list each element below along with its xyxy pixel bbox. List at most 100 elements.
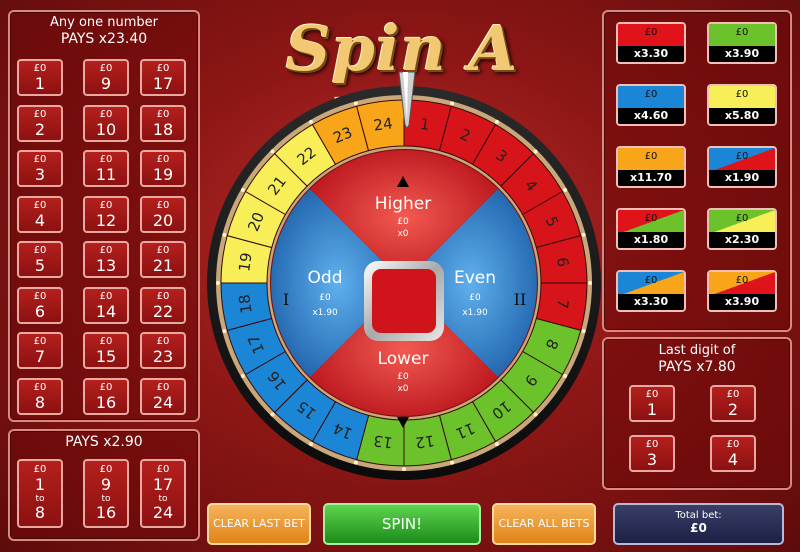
wheel-light xyxy=(309,119,313,124)
range-bet-17-24[interactable]: £0 17 to 24 xyxy=(140,459,186,528)
higher-label: Higher xyxy=(375,194,432,214)
wheel-light xyxy=(270,412,275,417)
wheel-light xyxy=(588,281,592,285)
number-bet-19[interactable]: £0 19 xyxy=(140,150,186,187)
number-bet-7[interactable]: £0 7 xyxy=(17,332,63,369)
wheel-light xyxy=(353,460,358,465)
last-digit-bet-3[interactable]: £0 3 xyxy=(629,435,675,472)
number-bet-2[interactable]: £0 2 xyxy=(17,104,63,142)
number-bet-12[interactable]: £0 12 xyxy=(83,195,129,233)
number-bet-9[interactable]: £0 9 xyxy=(83,59,129,96)
bet-number: 24 xyxy=(152,392,174,412)
last-digit-bet-4[interactable]: £0 4 xyxy=(710,435,756,472)
range-n1: 1 xyxy=(34,475,46,494)
bet-number: 19 xyxy=(152,165,174,184)
number-bet-17[interactable]: £0 17 xyxy=(140,59,186,96)
color-bet-4[interactable]: £0 x5.80 xyxy=(707,84,777,126)
color-bet-3[interactable]: £0 x4.60 xyxy=(616,84,686,126)
range-pays: PAYS x2.90 xyxy=(65,434,143,450)
bet-amount: £0 xyxy=(156,290,170,302)
even-roman: II xyxy=(514,290,527,309)
wheel-light xyxy=(563,188,568,192)
wheel-light xyxy=(240,188,245,192)
number-bet-6[interactable]: £0 6 xyxy=(17,286,63,324)
color-bet-odds: x3.90 xyxy=(709,46,775,62)
bet-amount: £0 xyxy=(99,290,113,302)
color-bet-1[interactable]: £0 x3.30 xyxy=(616,22,686,64)
clear-last-bet-button[interactable]: CLEAR LAST BET xyxy=(207,503,311,545)
color-bet-6[interactable]: £0 x1.90 xyxy=(707,146,777,188)
bet-number: 11 xyxy=(95,165,117,184)
bet-number: 3 xyxy=(646,450,658,469)
range-bet-9-16[interactable]: £0 9 to 16 xyxy=(83,459,129,528)
even-odds: x1.90 xyxy=(462,308,488,318)
color-bet-2[interactable]: £0 x3.90 xyxy=(707,22,777,64)
lower-odds: x0 xyxy=(397,384,408,394)
spin-wheel: 1234567891011121314151617181920212223 24 … xyxy=(207,86,601,480)
number-bet-1[interactable]: £0 1 xyxy=(17,59,63,96)
number-bet-14[interactable]: £0 14 xyxy=(83,286,129,324)
last-digit-bet-2[interactable]: £0 2 xyxy=(710,385,756,422)
color-bet-8[interactable]: £0 x2.30 xyxy=(707,208,777,250)
color-bet-odds: x5.80 xyxy=(709,108,775,124)
color-bet-10[interactable]: £0 x3.90 xyxy=(707,270,777,312)
color-bet-odds: x4.60 xyxy=(618,108,684,124)
lower-label: Lower xyxy=(378,349,429,369)
range-n2: 24 xyxy=(152,503,174,522)
range-n1: 17 xyxy=(152,475,174,494)
number-bet-10[interactable]: £0 10 xyxy=(83,104,129,142)
color-bet-amount: £0 xyxy=(735,151,749,162)
bet-number: 17 xyxy=(152,74,174,93)
number-bet-5[interactable]: £0 5 xyxy=(17,241,63,278)
spin-button[interactable]: SPIN! xyxy=(323,503,481,545)
any-number-header: Any one number xyxy=(49,15,159,30)
bet-number: 8 xyxy=(34,392,46,412)
number-bet-23[interactable]: £0 23 xyxy=(140,332,186,369)
odd-odds: x1.90 xyxy=(312,308,338,318)
wheel-number-12: 12 xyxy=(414,431,435,451)
color-bet-7[interactable]: £0 x1.80 xyxy=(616,208,686,250)
number-bet-24[interactable]: £0 24 xyxy=(140,377,186,415)
range-bet-1-8[interactable]: £0 1 to 8 xyxy=(17,459,63,528)
bet-amount: £0 xyxy=(156,381,170,393)
wheel-light xyxy=(216,281,220,285)
range-n2: 16 xyxy=(95,503,117,522)
bet-number: 10 xyxy=(95,119,117,139)
bet-number: 2 xyxy=(727,400,739,419)
bet-number: 13 xyxy=(95,256,117,275)
bet-number: 3 xyxy=(34,165,46,184)
number-bet-22[interactable]: £0 22 xyxy=(140,286,186,324)
color-bet-amount: £0 xyxy=(644,151,658,162)
color-bet-5[interactable]: £0 x11.70 xyxy=(616,146,686,188)
color-bet-amount: £0 xyxy=(644,275,658,286)
clear-all-bets-button[interactable]: CLEAR ALL BETS xyxy=(492,503,596,545)
color-bet-odds: x1.90 xyxy=(709,170,775,186)
even-label: Even xyxy=(454,268,496,288)
color-bet-9[interactable]: £0 x3.30 xyxy=(616,270,686,312)
number-bet-20[interactable]: £0 20 xyxy=(140,195,186,233)
range-n1: 9 xyxy=(100,475,112,494)
number-bet-4[interactable]: £0 4 xyxy=(17,195,63,233)
bet-number: 23 xyxy=(152,347,174,366)
bet-number: 1 xyxy=(646,400,658,419)
wheel-light xyxy=(563,374,568,378)
number-bet-15[interactable]: £0 15 xyxy=(83,332,129,369)
total-bet-label: Total bet: xyxy=(675,510,722,521)
last-digit-bet-1[interactable]: £0 1 xyxy=(629,385,675,422)
wheel-light xyxy=(533,149,538,154)
number-bet-13[interactable]: £0 13 xyxy=(83,241,129,278)
bet-number: 12 xyxy=(95,210,117,230)
bet-amount: £0 xyxy=(156,108,170,120)
number-bet-11[interactable]: £0 11 xyxy=(83,150,129,187)
bet-number: 16 xyxy=(95,392,117,412)
bet-number: 6 xyxy=(34,301,46,321)
number-bet-16[interactable]: £0 16 xyxy=(83,377,129,415)
number-bet-18[interactable]: £0 18 xyxy=(140,104,186,142)
color-bet-odds: x11.70 xyxy=(618,170,684,186)
number-bet-3[interactable]: £0 3 xyxy=(17,150,63,187)
number-bet-8[interactable]: £0 8 xyxy=(17,377,63,415)
color-bet-odds: x3.30 xyxy=(618,46,684,62)
bet-number: 4 xyxy=(727,450,739,469)
number-bet-21[interactable]: £0 21 xyxy=(140,241,186,278)
bet-amount: £0 xyxy=(33,108,47,120)
